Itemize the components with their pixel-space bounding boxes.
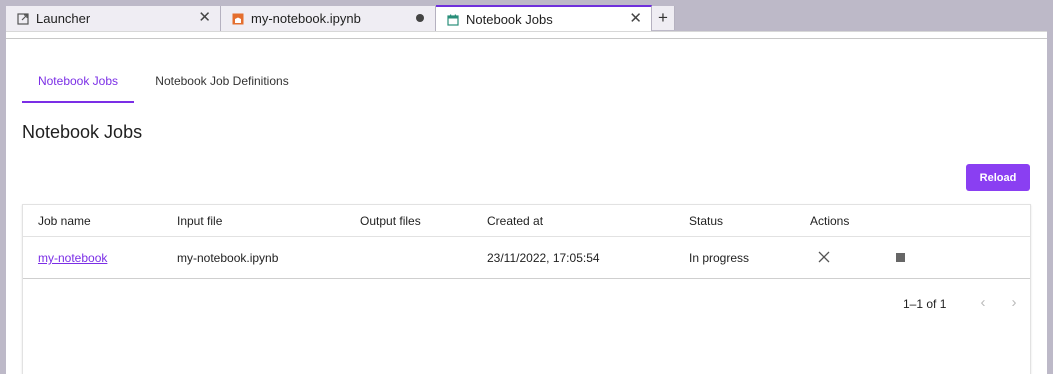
close-icon[interactable]: ✕ [198,10,211,26]
input-file-cell: my-notebook.ipynb [177,251,279,265]
document-tab-bar: Launcher ✕ my-notebook.ipynb Notebook Jo… [0,0,1053,32]
launcher-icon [16,12,29,25]
plus-icon: + [658,8,668,27]
column-header-status[interactable]: Status [689,214,723,228]
stop-job-icon[interactable] [896,253,905,262]
reload-button[interactable]: Reload [966,164,1030,191]
tab-label: Launcher [36,11,91,26]
unsaved-indicator-icon[interactable] [416,14,424,22]
tab-label: Notebook Jobs [466,12,553,27]
calendar-icon [446,13,459,26]
table-row: my-notebook my-notebook.ipynb 23/11/2022… [23,237,1030,279]
divider [6,38,1047,39]
add-tab-button[interactable]: + [652,6,675,30]
close-icon[interactable]: ✕ [629,11,642,27]
jobs-table: Job name Input file Output files Created… [22,204,1031,374]
subtab-label: Notebook Jobs [37,74,119,88]
pagination-range: 1–1 of 1 [903,297,947,311]
tab-my-notebook[interactable]: my-notebook.ipynb [221,6,436,31]
delete-job-icon[interactable] [817,250,831,264]
created-at-cell: 23/11/2022, 17:05:54 [487,251,600,265]
status-cell: In progress [689,251,750,265]
subtab-notebook-job-definitions[interactable]: Notebook Job Definitions [134,65,310,103]
tab-notebook-jobs[interactable]: Notebook Jobs ✕ [436,5,652,32]
column-header-input-file[interactable]: Input file [177,214,222,228]
subtab-label: Notebook Job Definitions [155,74,289,88]
column-header-output-files[interactable]: Output files [360,214,421,228]
notebook-jobs-panel: Notebook Jobs Notebook Job Definitions N… [6,31,1047,374]
chevron-left-icon[interactable]: ‹ [976,295,990,311]
column-header-job-name[interactable]: Job name [38,214,91,228]
tab-label: my-notebook.ipynb [251,11,361,26]
table-header: Job name Input file Output files Created… [23,205,1030,237]
tab-launcher[interactable]: Launcher ✕ [6,6,221,31]
column-header-created-at[interactable]: Created at [487,214,543,228]
job-name-link[interactable]: my-notebook [38,251,107,265]
chevron-right-icon[interactable]: › [1007,295,1021,311]
page-title: Notebook Jobs [22,122,143,142]
column-header-actions: Actions [810,214,850,228]
subtab-notebook-jobs[interactable]: Notebook Jobs [22,65,134,103]
notebook-icon [231,12,244,25]
